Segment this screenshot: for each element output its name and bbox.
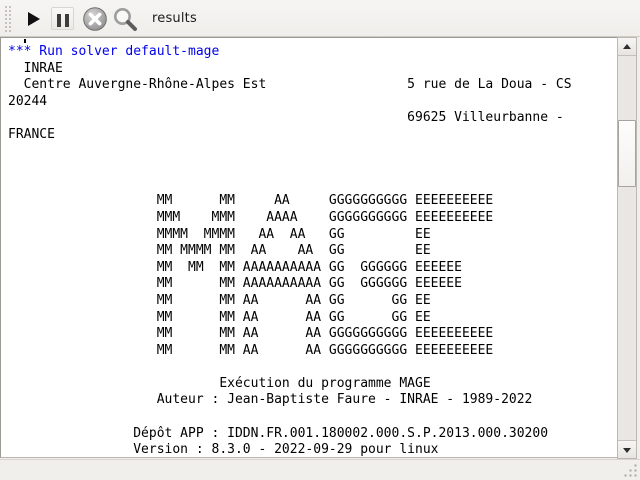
results-window: results *** Run solver default-mage INRA… (0, 0, 640, 480)
console-line: MM MM AA AA GG GG EE (8, 293, 431, 308)
console-line: *** Run solver default-mage (8, 44, 219, 59)
console-output[interactable]: *** Run solver default-mage INRAE Centre… (0, 37, 618, 458)
console-line: Auteur : Jean-Baptiste Faure - INRAE - 1… (8, 392, 532, 407)
console-line: MM MM AA GGGGGGGGGG EEEEEEEEEE (8, 193, 493, 208)
arrow-down-icon (623, 448, 631, 453)
console-line: 20244 (8, 94, 47, 109)
console-line: Centre Auvergne-Rhône-Alpes Est 5 rue de… (8, 77, 572, 92)
console-line: FRANCE (8, 127, 55, 142)
run-solver-button[interactable] (22, 8, 46, 30)
toolbar: results (0, 0, 640, 37)
console-line: MMMM MMMM AA AA GG EE (8, 227, 431, 242)
play-icon (28, 12, 40, 26)
console-line: MM MM MM AAAAAAAAAA GG GGGGGG EEEEEE (8, 260, 462, 275)
console-line: Dépôt APP : IDDN.FR.001.180002.000.S.P.2… (8, 426, 548, 441)
console-line: Exécution du programme MAGE (8, 376, 431, 391)
scroll-down-button[interactable] (618, 440, 636, 458)
results-tab-label: results (152, 11, 197, 26)
console-line: MM MM AAAAAAAAAA GG GGGGGG EEEEEE (8, 276, 462, 291)
scroll-up-button[interactable] (618, 38, 636, 56)
console-line: MM MM AA AA GG GG EE (8, 310, 431, 325)
resize-grip-icon[interactable] (622, 462, 637, 477)
console-line: INRAE (8, 61, 63, 76)
stop-solver-button[interactable] (82, 6, 108, 32)
scrollbar-thumb[interactable] (618, 120, 636, 187)
clipped-line-remnant (24, 39, 26, 43)
vertical-scrollbar[interactable] (617, 37, 637, 459)
console-line: MM MM AA AA GGGGGGGGGG EEEEEEEEEE (8, 326, 493, 341)
pause-solver-button[interactable] (51, 7, 74, 30)
status-bar (0, 459, 640, 480)
console-line: Version : 8.3.0 - 2022-09-29 pour linux (8, 442, 438, 457)
console-line: MM MMMM MM AA AA GG EE (8, 243, 431, 258)
console-line: MMM MMM AAAA GGGGGGGGGG EEEEEEEEEE (8, 210, 493, 225)
close-circle-icon (82, 6, 108, 32)
console-line: MM MM AA AA GGGGGGGGGG EEEEEEEEEE (8, 343, 493, 358)
toolbar-grip-handle[interactable] (4, 5, 12, 32)
search-button[interactable] (110, 4, 140, 34)
scrollbar-track[interactable] (618, 56, 636, 440)
console-text: *** Run solver default-mage INRAE Centre… (8, 44, 572, 458)
console-line: 69625 Villeurbanne - (8, 110, 572, 125)
arrow-up-icon (623, 44, 631, 49)
pause-icon (52, 14, 73, 27)
magnifier-icon (110, 4, 140, 34)
